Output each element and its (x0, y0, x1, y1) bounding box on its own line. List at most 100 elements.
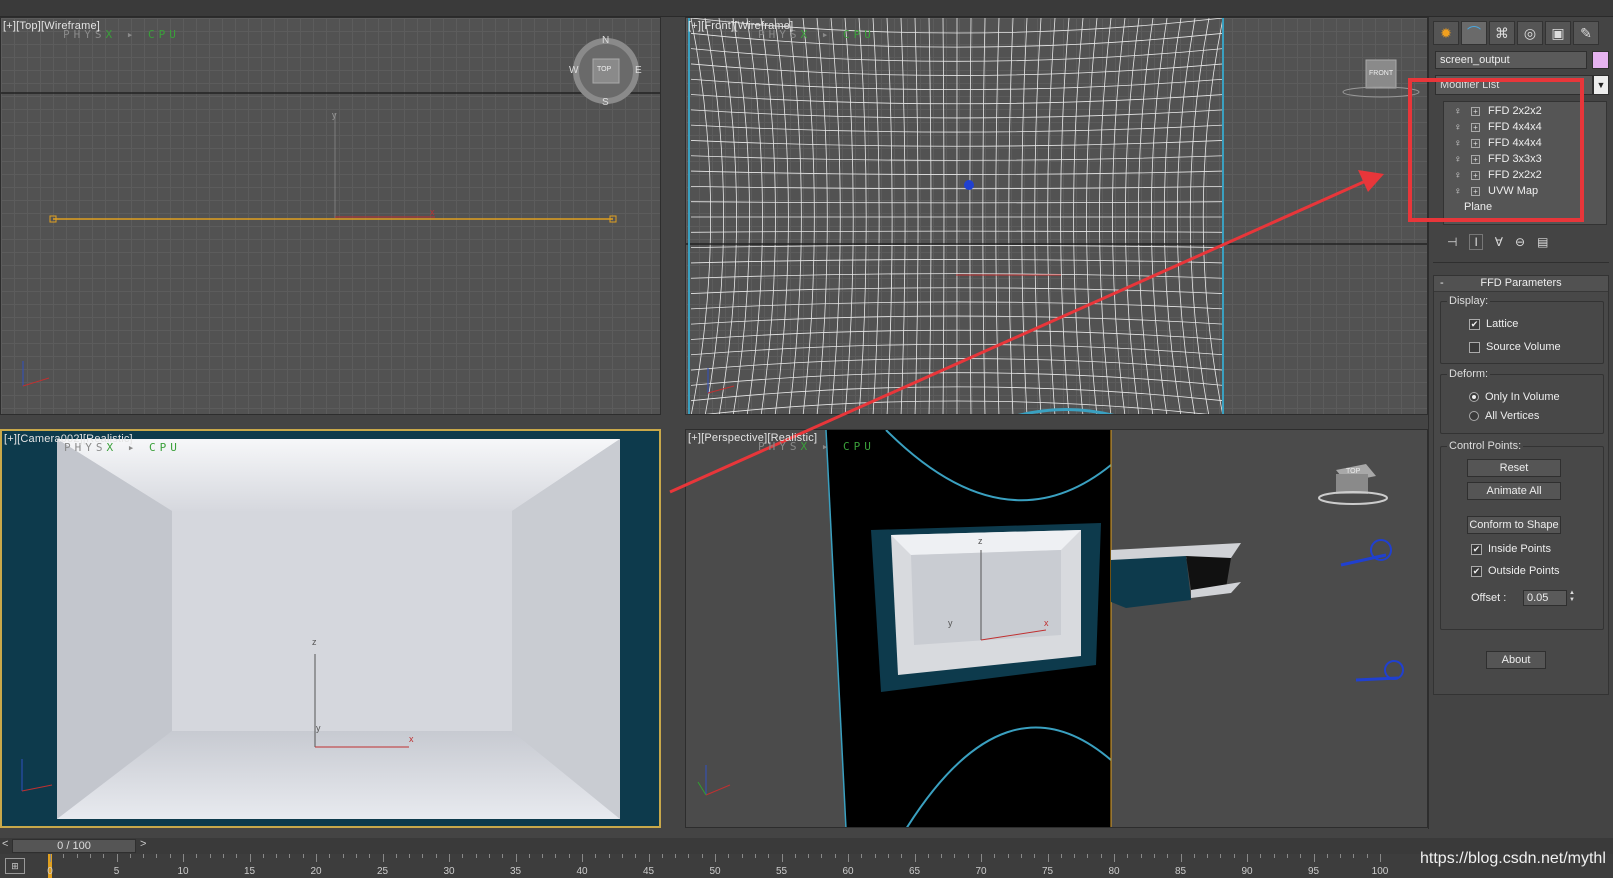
make-unique-icon[interactable]: ∀ (1495, 235, 1503, 249)
expand-icon[interactable]: + (1471, 170, 1480, 180)
trackbar-icon[interactable]: ⊞ (5, 858, 25, 874)
viewport-camera[interactable]: [+][Camera002][Realistic] PHYSX ▸ CPU z … (0, 429, 661, 828)
pin-stack-icon[interactable]: ⊣ (1447, 235, 1457, 249)
ruler-tick (316, 854, 317, 862)
lattice-checkbox[interactable]: ✔ Lattice (1469, 318, 1518, 330)
main-toolbar (0, 0, 1613, 17)
expand-icon[interactable]: + (1471, 122, 1480, 132)
stack-item[interactable]: ♀ + FFD 2x2x2 (1444, 167, 1606, 183)
about-button[interactable]: About (1486, 651, 1546, 669)
stack-item[interactable]: ♀ + FFD 4x4x4 (1444, 135, 1606, 151)
offset-spinner[interactable]: 0.05 (1523, 590, 1567, 606)
viewport-front-label[interactable]: [+][Front][Wireframe] (688, 20, 793, 32)
next-frame-button[interactable]: > (140, 838, 146, 850)
ruler-tick (1380, 854, 1381, 862)
ruler-tick (635, 854, 637, 858)
lightbulb-icon[interactable]: ♀ (1454, 106, 1466, 117)
inside-points-checkbox[interactable]: ✔ Inside Points (1471, 543, 1551, 555)
ruler-tick (1313, 854, 1315, 862)
chevron-down-icon[interactable]: ▼ (1593, 75, 1609, 95)
tick-label: 10 (177, 866, 189, 877)
expand-icon[interactable]: + (1471, 106, 1480, 116)
utilities-tab[interactable]: ✎ (1573, 21, 1599, 45)
ruler-tick (1353, 854, 1355, 858)
configure-sets-icon[interactable]: ▤ (1537, 235, 1548, 249)
stack-item[interactable]: ♀ + FFD 3x3x3 (1444, 151, 1606, 167)
only-in-volume-radio[interactable]: Only In Volume (1469, 391, 1560, 403)
prev-frame-button[interactable]: < (2, 838, 8, 850)
viewport-top-label[interactable]: [+][Top][Wireframe] (3, 20, 100, 32)
lightbulb-icon[interactable]: ♀ (1454, 186, 1466, 197)
modifier-stack[interactable]: ♀ + FFD 2x2x2 ♀ + FFD 4x4x4 ♀ + FFD 4x4x4 ♀ + FF… (1443, 101, 1607, 225)
lightbulb-icon[interactable]: ♀ (1454, 170, 1466, 181)
viewcube-perspective[interactable]: TOP (1346, 468, 1360, 475)
motion-tab[interactable]: ◎ (1517, 21, 1543, 45)
ruler-tick (1260, 854, 1262, 858)
lattice-line (1189, 18, 1210, 414)
ruler-tick (1300, 854, 1302, 858)
stack-item[interactable]: ♀ + UVW Map (1444, 183, 1606, 199)
ruler-tick (1273, 854, 1275, 858)
ruler-tick (222, 854, 224, 858)
expand-icon[interactable]: + (1471, 186, 1480, 196)
stack-base-object[interactable]: Plane (1444, 199, 1606, 215)
sun-icon: ✹ (1440, 24, 1452, 41)
viewport-front[interactable]: [+][Front][Wireframe] PHYSX ▸ CPU FRONT (685, 17, 1428, 415)
lattice-line (816, 18, 828, 414)
stack-item[interactable]: ♀ + FFD 4x4x4 (1444, 119, 1606, 135)
lattice-line (1099, 18, 1112, 414)
conform-to-shape-button[interactable]: Conform to Shape (1467, 516, 1561, 534)
viewcube-top[interactable]: TOP (597, 66, 611, 73)
lightbulb-icon[interactable]: ♀ (1454, 138, 1466, 149)
source-volume-checkbox[interactable]: Source Volume (1469, 341, 1561, 353)
rollout-header[interactable]: - FFD Parameters (1434, 276, 1608, 292)
ruler-tick (422, 854, 424, 858)
ruler-tick (156, 854, 158, 858)
tick-label: 50 (709, 866, 721, 877)
ruler-tick (1114, 854, 1115, 862)
ruler-tick (502, 854, 504, 858)
expand-icon[interactable]: + (1471, 138, 1480, 148)
track-bar[interactable]: ⊞ 0 5 10 15 20 25 30 35 40 45 50 55 60 65 70 75 80 85 90 95… (0, 854, 1613, 878)
reset-button[interactable]: Reset (1467, 459, 1561, 477)
viewport-top[interactable]: [+][Top][Wireframe] PHYSX ▸ CPU y x TOP … (0, 17, 661, 415)
ruler-tick (754, 854, 756, 858)
viewport-camera-label[interactable]: [+][Camera002][Realistic] (4, 433, 133, 445)
ruler-tick (63, 854, 65, 858)
tick-label: 15 (243, 866, 256, 877)
lattice-line (1176, 18, 1196, 414)
viewport-perspective[interactable]: [+][Perspective][Realistic] PHYSX ▸ CPU … (685, 429, 1428, 828)
ruler-tick (236, 854, 238, 858)
hierarchy-icon: ⌘ (1495, 24, 1509, 41)
axis-x-label: x (430, 207, 435, 217)
display-tab[interactable]: ▣ (1545, 21, 1571, 45)
ffd-lattice-mesh (686, 18, 1427, 414)
object-name-field[interactable]: screen_output (1435, 51, 1587, 69)
outside-points-checkbox[interactable]: ✔ Outside Points (1471, 565, 1560, 577)
time-slider[interactable]: < 0 / 100 > (0, 838, 1613, 854)
object-color-swatch[interactable] (1592, 51, 1609, 69)
time-slider-thumb[interactable]: 0 / 100 (12, 839, 136, 853)
hierarchy-tab[interactable]: ⌘ (1489, 21, 1515, 45)
command-panel: ✹ ⌒ ⌘ ◎ ▣ ✎ screen_output Modifier List … (1428, 17, 1613, 829)
viewport-perspective-label[interactable]: [+][Perspective][Realistic] (688, 432, 817, 444)
lattice-line (1163, 18, 1182, 414)
lightbulb-icon[interactable]: ♀ (1454, 154, 1466, 165)
lightbulb-icon[interactable]: ♀ (1454, 122, 1466, 133)
modify-tab[interactable]: ⌒ (1461, 21, 1487, 45)
expand-icon[interactable]: + (1471, 154, 1480, 164)
all-vertices-radio[interactable]: All Vertices (1469, 410, 1539, 422)
spinner-arrows-icon[interactable]: ▲ ▼ (1567, 590, 1577, 606)
modifier-list-dropdown[interactable]: Modifier List (1435, 75, 1593, 95)
ruler-tick (1140, 854, 1142, 858)
viewcube-front[interactable]: FRONT (1369, 70, 1393, 77)
tick-label: 55 (775, 866, 788, 877)
perspective-scene (697, 430, 1404, 827)
stack-item[interactable]: ♀ + FFD 2x2x2 (1444, 103, 1606, 119)
remove-modifier-icon[interactable]: ⊖ (1515, 235, 1525, 249)
animate-all-button[interactable]: Animate All (1467, 482, 1561, 500)
show-end-result-icon[interactable]: I (1469, 234, 1483, 250)
lattice-line (1073, 18, 1084, 414)
ruler-tick (608, 854, 610, 858)
create-tab[interactable]: ✹ (1433, 21, 1459, 45)
